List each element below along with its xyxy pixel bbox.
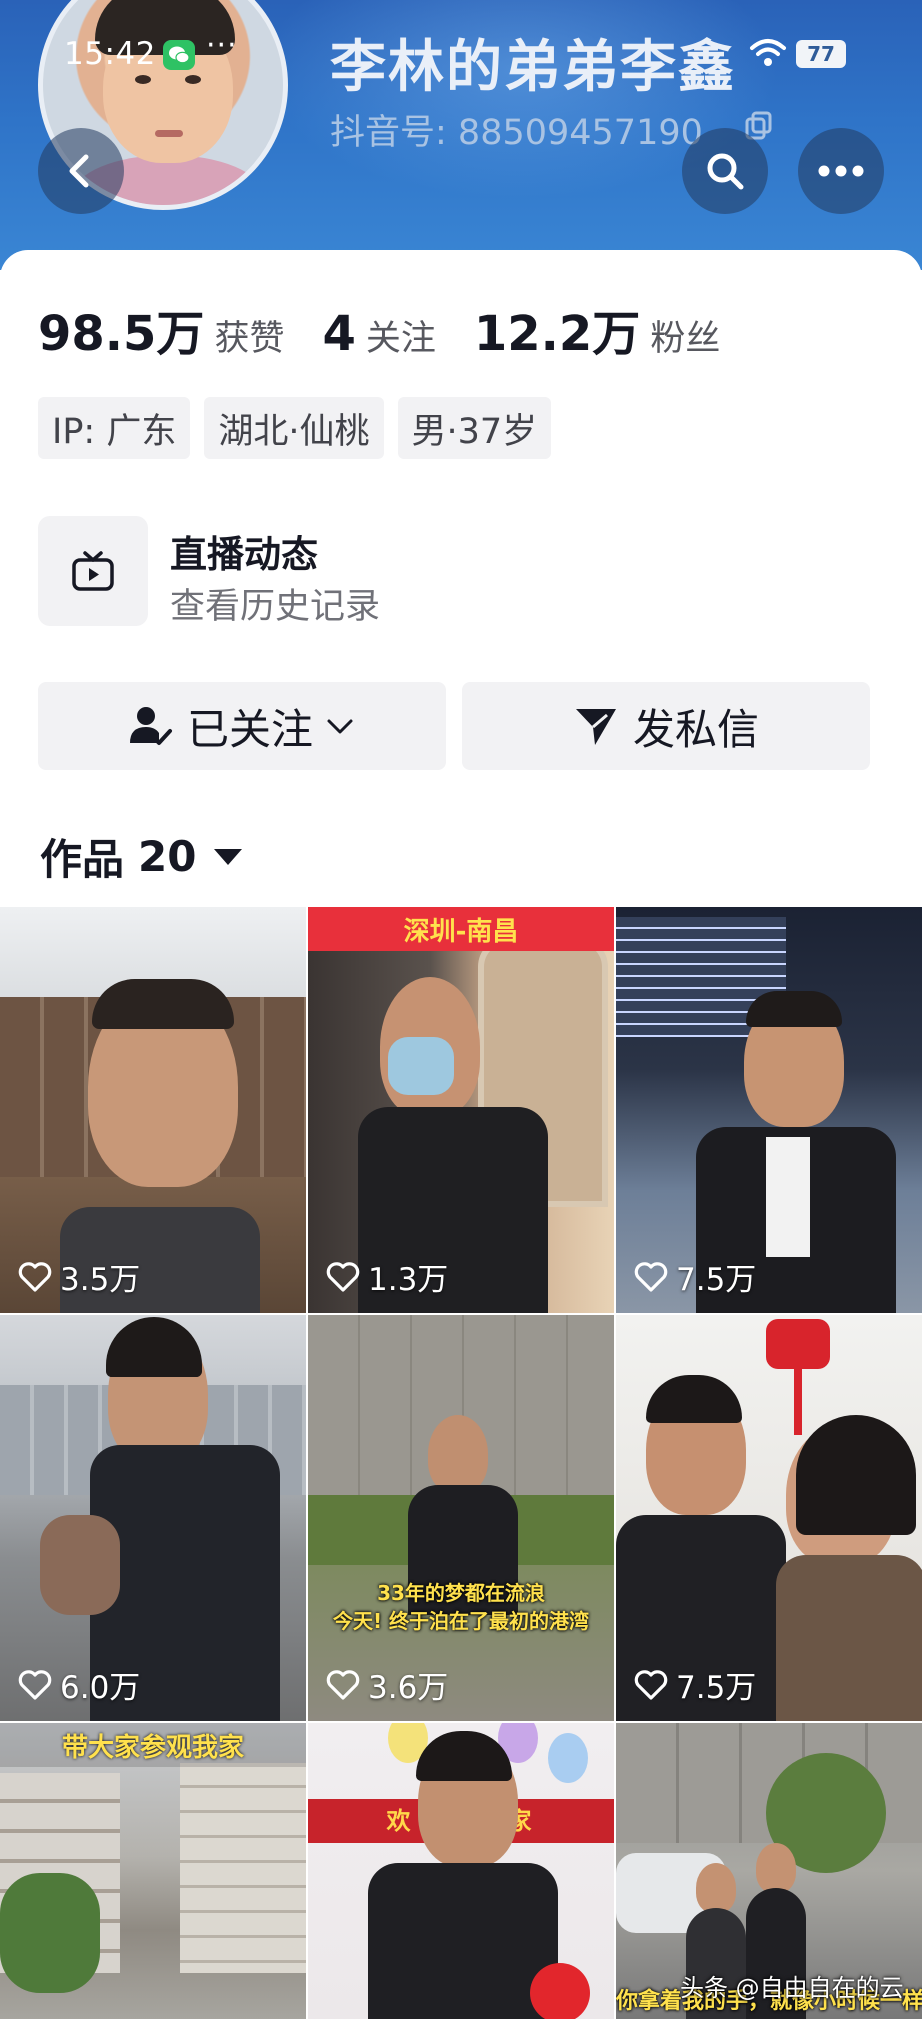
paper-plane-icon — [575, 709, 616, 745]
tv-icon — [72, 551, 114, 591]
profile-screen: 15:42 ··· 77 李林的弟弟李鑫 抖音号: 88509457190 98… — [0, 0, 922, 2019]
heart-outline-icon — [326, 1261, 360, 1292]
like-count: 3.5万 — [18, 1254, 140, 1299]
more-options-button[interactable] — [798, 128, 884, 214]
heart-outline-icon — [634, 1669, 668, 1700]
video-tile-3[interactable]: 7.5万 — [616, 907, 922, 1313]
video-tile-7[interactable]: 带大家参观我家 — [0, 1723, 306, 2019]
works-count: 20 — [138, 832, 197, 881]
profile-info-card: 98.5万 获赞 4 关注 12.2万 粉丝 IP: 广东 湖北·仙桃 男·37… — [0, 250, 922, 910]
face-mask — [388, 1037, 454, 1095]
video-caption: 带大家参观我家 — [0, 1723, 306, 1767]
following-count[interactable]: 4 — [322, 306, 355, 362]
like-count: 3.6万 — [326, 1662, 448, 1707]
likes-label[interactable]: 获赞 — [214, 310, 284, 361]
profile-nickname: 李林的弟弟李鑫 — [330, 35, 736, 100]
heart-outline-icon — [326, 1669, 360, 1700]
video-tile-1[interactable]: 3.5万 — [0, 907, 306, 1313]
live-title: 直播动态 — [170, 533, 318, 576]
profile-header: 15:42 ··· 77 李林的弟弟李鑫 抖音号: 88509457190 — [0, 0, 922, 270]
search-icon — [707, 153, 744, 190]
followed-label: 已关注 — [186, 704, 313, 754]
search-button[interactable] — [682, 128, 768, 214]
followers-label[interactable]: 粉丝 — [650, 310, 720, 361]
knot-decoration — [766, 1319, 830, 1369]
send-message-label: 发私信 — [632, 704, 759, 754]
ip-location-tag: IP: 广东 — [38, 397, 191, 459]
live-history-entry[interactable]: 直播动态 查看历史记录 — [38, 516, 638, 627]
video-tile-6[interactable]: 7.5万 — [616, 1315, 922, 1721]
heart-outline-icon — [18, 1669, 52, 1700]
profile-tags: IP: 广东 湖北·仙桃 男·37岁 — [38, 397, 565, 459]
status-time: 15:42 — [64, 36, 156, 72]
works-label: 作品 — [40, 835, 125, 884]
like-count: 1.3万 — [326, 1254, 448, 1299]
user-check-icon — [129, 707, 172, 745]
live-icon-box — [38, 516, 148, 626]
video-tile-4[interactable]: 6.0万 — [0, 1315, 306, 1721]
profile-stats: 98.5万 获赞 4 关注 12.2万 粉丝 — [38, 294, 758, 364]
chevron-down-icon — [327, 719, 353, 734]
video-overlay-text-2: 今天! 终于泊在了最初的港湾 — [332, 1609, 590, 1633]
like-count: 6.0万 — [18, 1662, 140, 1707]
hometown-tag: 湖北·仙桃 — [204, 397, 384, 459]
back-button[interactable] — [38, 128, 124, 214]
likes-count: 98.5万 — [38, 306, 205, 362]
battery-indicator: 77 — [796, 40, 846, 68]
video-grid: 3.5万 深圳-南昌 1.3万 7.5万 6.0万 33年的梦都在流浪 今天! … — [0, 907, 922, 2019]
douyin-id: 抖音号: 88509457190 — [330, 104, 703, 155]
wifi-icon — [750, 39, 786, 66]
gender-age-tag: 男·37岁 — [397, 397, 552, 459]
works-tab[interactable]: 作品 20 — [40, 826, 243, 887]
watermark-text: 头条 @自由自在的云 — [680, 1974, 904, 2002]
followed-button[interactable]: 已关注 — [38, 682, 446, 770]
send-message-button[interactable]: 发私信 — [462, 682, 870, 770]
video-tile-5[interactable]: 33年的梦都在流浪 今天! 终于泊在了最初的港湾 3.6万 — [308, 1315, 614, 1721]
heart-outline-icon — [18, 1261, 52, 1292]
video-caption: 深圳-南昌 — [308, 907, 614, 951]
douyin-id-value: 88509457190 — [457, 113, 703, 153]
douyin-id-label: 抖音号: — [330, 113, 458, 153]
like-count: 7.5万 — [634, 1662, 756, 1707]
following-label[interactable]: 关注 — [366, 310, 436, 361]
live-subtitle: 查看历史记录 — [170, 587, 381, 627]
video-tile-2[interactable]: 深圳-南昌 1.3万 — [308, 907, 614, 1313]
chevron-left-icon — [69, 154, 89, 188]
more-horizontal-icon — [818, 165, 864, 177]
video-tile-8[interactable]: 欢 迎 回 家 — [308, 1723, 614, 2019]
video-overlay-text-1: 33年的梦都在流浪 — [377, 1581, 545, 1605]
heart-outline-icon — [634, 1261, 668, 1292]
caret-down-icon — [214, 848, 243, 865]
like-count: 7.5万 — [634, 1254, 756, 1299]
followers-count[interactable]: 12.2万 — [474, 294, 640, 364]
status-more-icon: ··· — [206, 28, 238, 63]
wechat-notification-icon — [163, 40, 195, 70]
